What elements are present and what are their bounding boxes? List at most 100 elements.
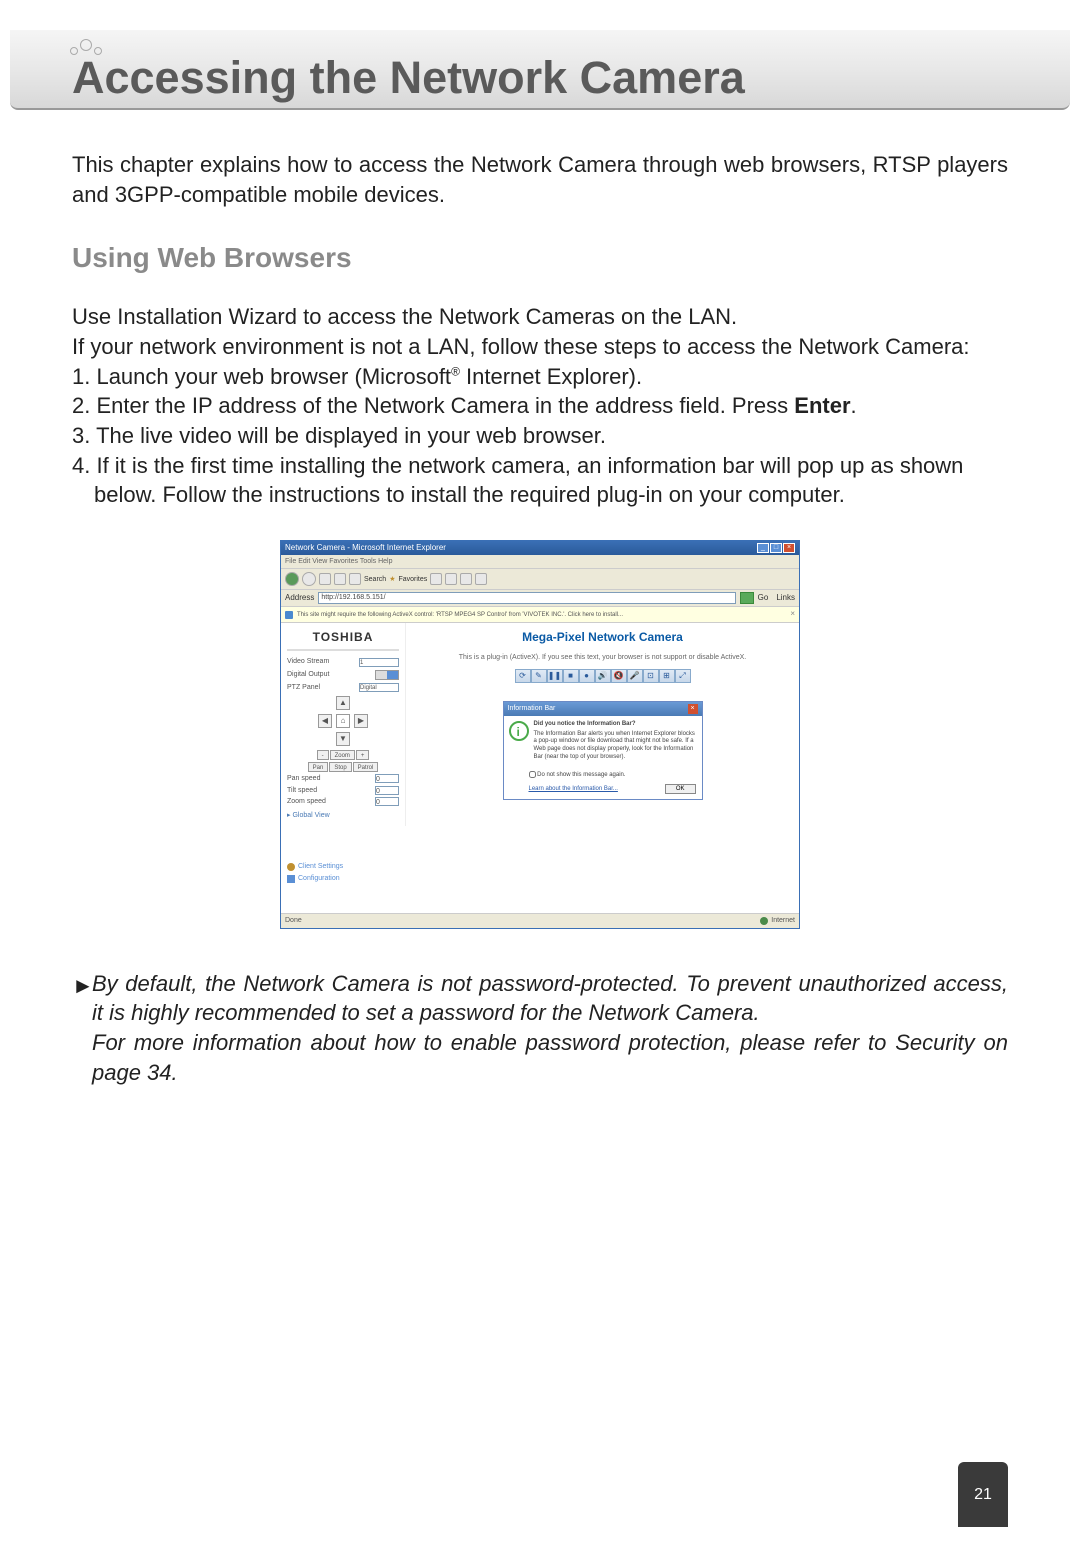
dialog-text: Did you notice the Information Bar? The … — [534, 721, 697, 762]
status-zone: Internet — [760, 916, 795, 925]
infobar-close-icon[interactable]: × — [790, 609, 795, 620]
address-input[interactable]: http://192.168.5.151/ — [318, 592, 735, 604]
intro-paragraph: This chapter explains how to access the … — [72, 150, 1008, 209]
digital-output-row: Digital Output — [287, 670, 399, 680]
page-header: Accessing the Network Camera — [10, 30, 1070, 110]
media-btn-6[interactable]: 🔊 — [595, 669, 611, 683]
activex-message: This is a plug-in (ActiveX). If you see … — [406, 651, 799, 664]
window-title: Network Camera - Microsoft Internet Expl… — [285, 543, 446, 554]
go-label: Go — [758, 593, 769, 604]
media-btn-11[interactable]: ⤢ — [675, 669, 691, 683]
dialog-titlebar: Information Bar × — [504, 702, 702, 716]
camera-page-title: Mega-Pixel Network Camera — [406, 623, 799, 651]
refresh-icon[interactable] — [334, 573, 346, 585]
tilt-speed-row: Tilt speed 0 — [287, 786, 399, 795]
forward-icon[interactable] — [302, 572, 316, 586]
section-heading: Using Web Browsers — [72, 239, 1008, 277]
media-btn-2[interactable]: ✎ — [531, 669, 547, 683]
ptz-panel-row: PTZ Panel Digital — [287, 683, 399, 692]
ie-window: Network Camera - Microsoft Internet Expl… — [280, 540, 800, 929]
ie-menubar[interactable]: File Edit View Favorites Tools Help — [281, 555, 799, 569]
infobar-text: This site might require the following Ac… — [297, 611, 623, 619]
tilt-speed-select[interactable]: 0 — [375, 786, 399, 795]
history-icon[interactable] — [430, 573, 442, 585]
stop-button[interactable]: Stop — [329, 762, 351, 772]
ie-statusbar: Done Internet — [281, 913, 799, 927]
patrol-button[interactable]: Patrol — [353, 762, 379, 772]
ptz-select[interactable]: Digital — [359, 683, 399, 692]
pan-speed-select[interactable]: 0 — [375, 774, 399, 783]
status-done: Done — [285, 916, 302, 925]
ptz-right-button[interactable]: ▶ — [354, 714, 368, 728]
media-toolbar: ⟳ ✎ ❚❚ ■ ● 🔊 🔇 🎤 ⊡ ⊞ ⤢ — [406, 669, 799, 683]
ptz-up-button[interactable]: ▲ — [336, 696, 350, 710]
note-block: ► By default, the Network Camera is not … — [72, 969, 1008, 1088]
step-1: 1. Launch your web browser (Microsoft® I… — [72, 362, 1008, 392]
dialog-body: Did you notice the Information Bar? The … — [504, 716, 702, 767]
ptz-home-button[interactable]: ⌂ — [336, 714, 350, 728]
search-label[interactable]: Search — [364, 575, 386, 584]
step-4a: 4. If it is the first time installing th… — [72, 451, 1008, 481]
learn-more-link[interactable]: Learn about the Information Bar... — [529, 785, 618, 793]
digital-output-toggle[interactable] — [375, 670, 399, 680]
embedded-screenshot: Network Camera - Microsoft Internet Expl… — [280, 540, 800, 929]
window-buttons: _ □ × — [757, 543, 795, 553]
stop-icon[interactable] — [319, 573, 331, 585]
dont-show-checkbox[interactable] — [529, 771, 536, 778]
body-line-2: If your network environment is not a LAN… — [72, 332, 1008, 362]
ok-button[interactable]: OK — [665, 784, 696, 794]
media-btn-4[interactable]: ■ — [563, 669, 579, 683]
note-line-2: For more information about how to enable… — [92, 1030, 1008, 1085]
camera-page: TOSHIBA Video Stream 1 Digital Output PT… — [281, 623, 799, 913]
ie-address-bar: Address http://192.168.5.151/ Go Links — [281, 590, 799, 607]
ptz-down-button[interactable]: ▼ — [336, 732, 350, 746]
configuration-link[interactable]: Configuration — [287, 874, 343, 883]
zoom-speed-select[interactable]: 0 — [375, 797, 399, 806]
ptz-left-button[interactable]: ◀ — [318, 714, 332, 728]
go-button[interactable] — [740, 592, 754, 604]
pan-button[interactable]: Pan — [308, 762, 329, 772]
page-content: This chapter explains how to access the … — [0, 110, 1080, 1087]
media-btn-8[interactable]: 🎤 — [627, 669, 643, 683]
step-4b: below. Follow the instructions to instal… — [72, 480, 1008, 510]
information-bar-dialog: Information Bar × Did you notice the Inf… — [503, 701, 703, 800]
edit-icon[interactable] — [475, 573, 487, 585]
chapter-title: Accessing the Network Camera — [72, 52, 745, 104]
zoom-in-button[interactable]: + — [356, 750, 370, 760]
media-btn-1[interactable]: ⟳ — [515, 669, 531, 683]
client-settings-link[interactable]: Client Settings — [287, 862, 343, 871]
page-number: 21 — [974, 1486, 992, 1504]
wrench-icon — [287, 875, 295, 883]
zoom-out-button[interactable]: - — [317, 750, 329, 760]
favorites-label[interactable]: Favorites — [398, 575, 427, 584]
print-icon[interactable] — [460, 573, 472, 585]
media-btn-10[interactable]: ⊞ — [659, 669, 675, 683]
media-btn-9[interactable]: ⊡ — [643, 669, 659, 683]
ie-toolbar: Search ★ Favorites — [281, 569, 799, 590]
back-icon[interactable] — [285, 572, 299, 586]
minimize-icon[interactable]: _ — [757, 543, 769, 553]
camera-sidebar: TOSHIBA Video Stream 1 Digital Output PT… — [281, 623, 406, 826]
global-view-link[interactable]: ▸ Global View — [287, 811, 399, 820]
media-btn-3[interactable]: ❚❚ — [547, 669, 563, 683]
media-btn-5[interactable]: ● — [579, 669, 595, 683]
mail-icon[interactable] — [445, 573, 457, 585]
camera-main-area: Mega-Pixel Network Camera This is a plug… — [406, 623, 799, 913]
dialog-close-icon[interactable]: × — [688, 704, 698, 714]
home-icon[interactable] — [349, 573, 361, 585]
zoom-label: Zoom — [330, 750, 355, 760]
ptz-pad: ▲ ▼ ◀ ▶ ⌂ — [318, 696, 368, 746]
video-stream-row: Video Stream 1 — [287, 657, 399, 666]
step-2: 2. Enter the IP address of the Network C… — [72, 391, 1008, 421]
media-btn-7[interactable]: 🔇 — [611, 669, 627, 683]
activex-infobar[interactable]: This site might require the following Ac… — [281, 607, 799, 623]
sidebar-bottom-links: Client Settings Configuration — [287, 860, 343, 885]
gear-icon — [287, 863, 295, 871]
note-line-1: By default, the Network Camera is not pa… — [92, 971, 1008, 1026]
maximize-icon[interactable]: □ — [770, 543, 782, 553]
video-stream-select[interactable]: 1 — [359, 658, 399, 667]
page-number-tab: 21 — [958, 1462, 1008, 1527]
close-icon[interactable]: × — [783, 543, 795, 553]
info-icon — [509, 721, 529, 741]
links-label[interactable]: Links — [776, 593, 795, 604]
